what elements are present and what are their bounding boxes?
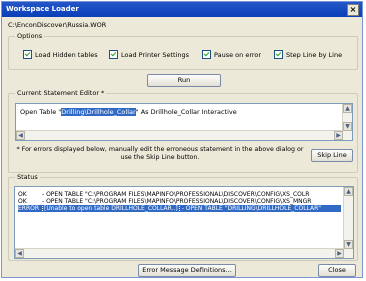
close-button[interactable]: Close xyxy=(318,264,356,277)
status-code: ERROR xyxy=(18,205,40,212)
status-list[interactable]: OK - OPEN TABLE "C:\PROGRAM FILES\MAPINFO… xyxy=(14,186,354,259)
skip-line-button[interactable]: Skip Line xyxy=(311,149,353,162)
title-bar[interactable]: Workspace Loader × xyxy=(2,2,362,17)
checkbox-label: Step Line by Line xyxy=(286,50,343,59)
scroll-up-icon[interactable]: ▲ xyxy=(343,104,352,113)
workspace-path: C:\EnconDiscover\Russia.WOR xyxy=(8,21,107,29)
options-group: Options Load Hidden tables Load Printer … xyxy=(8,32,358,70)
load-printer-settings-checkbox[interactable]: Load Printer Settings xyxy=(109,50,189,59)
checkbox-label: Load Printer Settings xyxy=(121,50,190,59)
scroll-right-icon[interactable]: ▶ xyxy=(335,249,344,258)
statement-editor-label: Current Statement Editor * xyxy=(15,89,107,97)
scroll-down-icon[interactable]: ▼ xyxy=(344,240,353,249)
statement-editor-textarea[interactable]: Open Table "Drilling\Drillhole_Collar" A… xyxy=(15,103,353,141)
checkbox-label: Load Hidden tables xyxy=(35,50,98,59)
checkbox-box[interactable] xyxy=(202,50,211,59)
status-message: - OPEN TABLE "DRILLING\DRILLHOLE_COLLAR" xyxy=(181,205,322,212)
checkbox-box[interactable] xyxy=(274,50,283,59)
checkbox-box[interactable] xyxy=(23,50,32,59)
statement-text: Open Table "Drilling\Drillhole_Collar" A… xyxy=(20,108,237,116)
step-line-by-line-checkbox[interactable]: Step Line by Line xyxy=(274,50,342,59)
load-hidden-tables-checkbox[interactable]: Load Hidden tables xyxy=(23,50,98,59)
status-code: OK xyxy=(18,191,27,198)
status-group-label: Status xyxy=(15,173,40,181)
error-message-definitions-button[interactable]: Error Message Definitions... xyxy=(138,264,236,277)
status-row[interactable]: OK - OPEN TABLE "C:\PROGRAM FILES\MAPINFO… xyxy=(18,191,309,198)
pause-on-error-checkbox[interactable]: Pause on error xyxy=(202,50,261,59)
scroll-up-icon[interactable]: ▲ xyxy=(344,187,353,196)
workspace-loader-window: Workspace Loader × C:\EnconDiscover\Russ… xyxy=(1,1,363,278)
status-message: - OPEN TABLE "C:\PROGRAM FILES\MAPINFO\P… xyxy=(42,191,310,198)
close-window-icon[interactable]: × xyxy=(347,4,359,16)
run-button[interactable]: Run xyxy=(147,74,221,87)
statement-selection: Drilling\Drillhole_Collar xyxy=(61,108,136,116)
status-row-error[interactable]: ERROR [Unable to open table DRILLHOLE_COL… xyxy=(18,204,341,213)
status-group: Status OK - OPEN TABLE "C:\PROGRAM FILES\… xyxy=(8,173,358,261)
status-vertical-scrollbar[interactable]: ▲ ▼ xyxy=(343,187,353,258)
status-horizontal-scrollbar[interactable]: ◀ ▶ xyxy=(15,248,344,258)
window-title: Workspace Loader xyxy=(6,5,79,13)
statement-editor-group: Current Statement Editor * Open Table "D… xyxy=(8,89,358,173)
editor-vertical-scrollbar[interactable]: ▲ ▼ xyxy=(342,104,352,140)
scroll-right-icon[interactable]: ▶ xyxy=(334,131,343,140)
scroll-left-icon[interactable]: ◀ xyxy=(16,131,25,140)
editor-horizontal-scrollbar[interactable]: ◀ ▶ xyxy=(16,130,343,140)
scroll-down-icon[interactable]: ▼ xyxy=(343,122,352,131)
scroll-left-icon[interactable]: ◀ xyxy=(15,249,24,258)
options-group-label: Options xyxy=(15,32,45,40)
status-code: OK xyxy=(18,198,27,205)
statement-prefix: Open Table " xyxy=(20,108,62,116)
status-error-detail: [Unable to open table DRILLHOLE_COLLAR..… xyxy=(42,204,180,213)
error-help-note: * For errors displayed below, manually e… xyxy=(16,146,304,161)
statement-suffix: " As Drillhole_Collar Interactive xyxy=(135,108,237,116)
checkbox-label: Pause on error xyxy=(214,50,262,59)
checkbox-box[interactable] xyxy=(109,50,118,59)
